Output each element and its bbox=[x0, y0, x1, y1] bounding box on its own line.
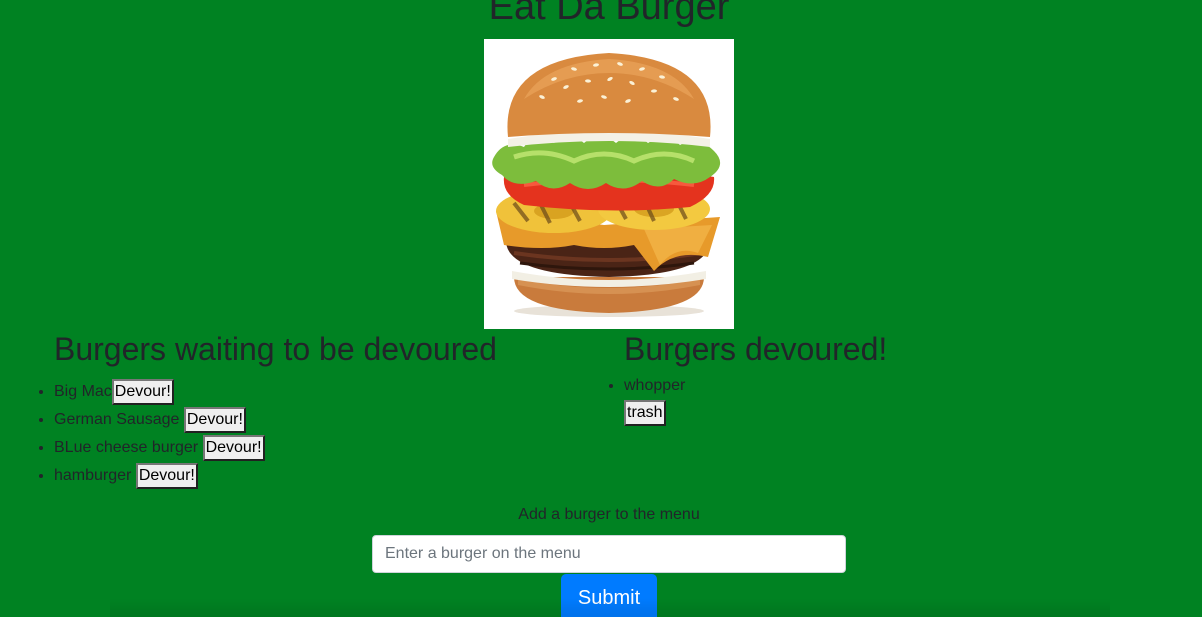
devoured-column: Burgers devoured! whopper trash bbox=[624, 328, 1164, 426]
devour-button[interactable]: Devour! bbox=[202, 434, 265, 461]
list-item: BLue cheese burger Devour! bbox=[54, 434, 594, 462]
list-item: Big MacDevour! bbox=[54, 378, 594, 406]
burger-name: German Sausage bbox=[54, 411, 180, 428]
list-item: German Sausage Devour! bbox=[54, 406, 594, 434]
burger-name: hamburger bbox=[54, 467, 132, 484]
waiting-heading: Burgers waiting to be devoured bbox=[54, 331, 497, 367]
burger-name: whopper bbox=[624, 377, 686, 394]
burger-image bbox=[484, 39, 734, 329]
devour-button[interactable]: Devour! bbox=[183, 406, 246, 433]
list-item: whopper trash bbox=[624, 376, 1164, 426]
add-burger-label: Add a burger to the menu bbox=[518, 506, 700, 523]
trash-button[interactable]: trash bbox=[624, 400, 666, 426]
burger-name: BLue cheese burger bbox=[54, 439, 199, 456]
submit-button[interactable]: Submit bbox=[561, 574, 657, 617]
waiting-list: Big MacDevour! German Sausage Devour! BL… bbox=[34, 378, 594, 490]
devoured-heading: Burgers devoured! bbox=[624, 331, 888, 367]
burger-input[interactable] bbox=[372, 535, 846, 573]
devoured-list: whopper trash bbox=[604, 376, 1164, 426]
page: Eat Da Burger Burgers waiting to be devo… bbox=[0, 0, 1202, 617]
page-title: Eat Da Burger bbox=[488, 0, 730, 28]
burger-illustration bbox=[492, 53, 721, 317]
devour-button[interactable]: Devour! bbox=[111, 378, 174, 405]
burger-name: Big Mac bbox=[54, 383, 112, 400]
add-burger-form: Add a burger to the menu Submit bbox=[372, 505, 846, 617]
list-item: hamburger Devour! bbox=[54, 462, 594, 490]
devour-button[interactable]: Devour! bbox=[135, 462, 198, 489]
waiting-column: Burgers waiting to be devoured Big MacDe… bbox=[54, 328, 594, 490]
